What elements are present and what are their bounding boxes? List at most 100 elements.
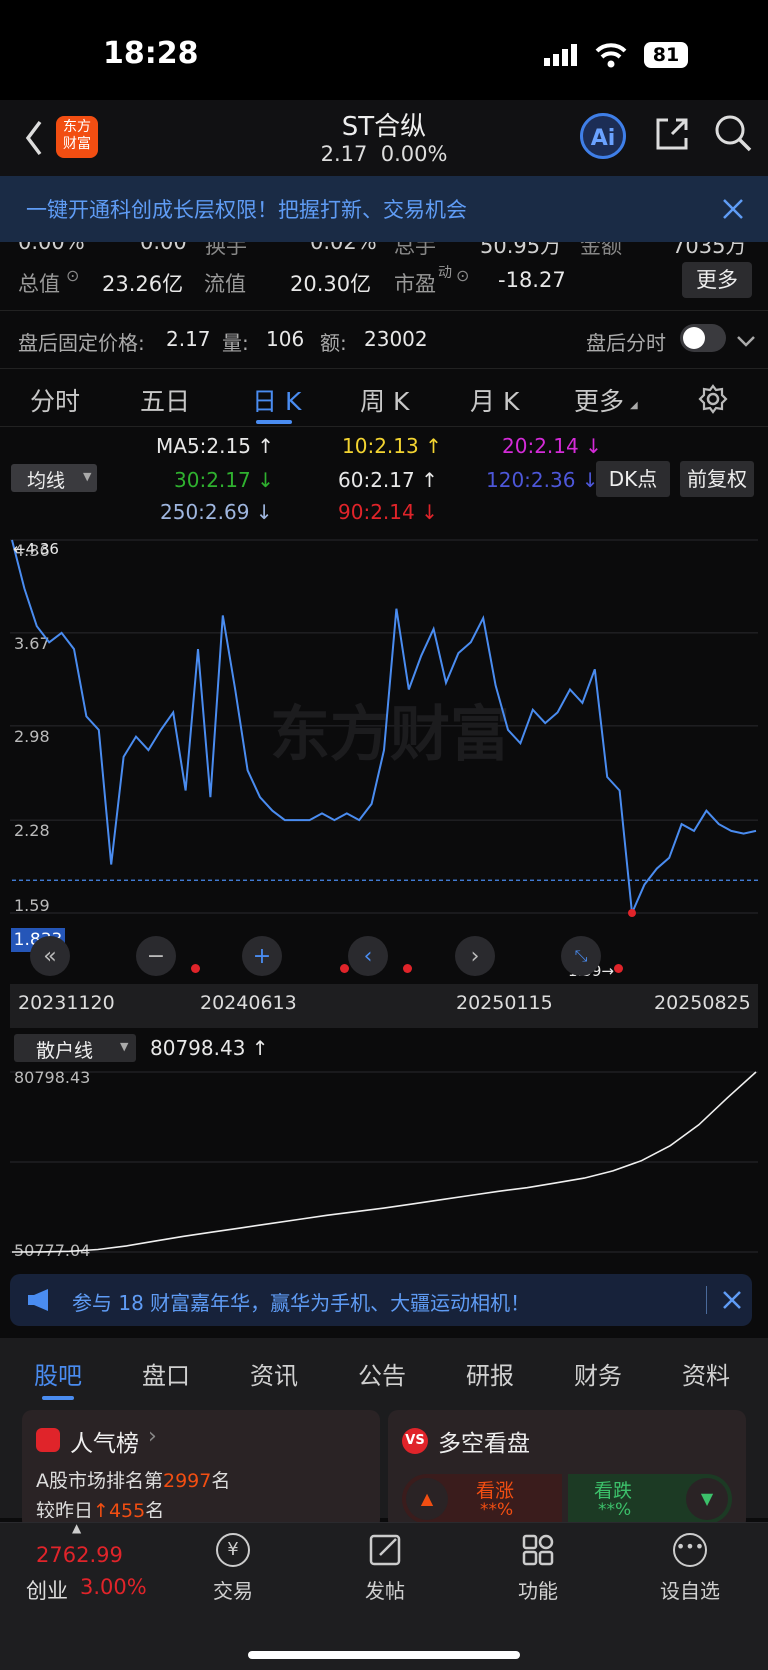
forward-adjust-label: 前复权 — [687, 467, 747, 491]
volume-label: 量: — [222, 331, 249, 355]
info-icon[interactable]: ⊙ — [66, 266, 79, 285]
popularity-title: 人气榜 — [70, 1431, 139, 1457]
prev-suffix: 名 — [145, 1500, 165, 1518]
nav-trade-label: 交易 — [213, 1579, 253, 1603]
tab-research[interactable]: 研报 — [466, 1356, 514, 1391]
ma-value: 20:2.14 ↓ — [502, 434, 602, 458]
event-dot[interactable] — [340, 964, 349, 973]
share-icon[interactable] — [652, 114, 692, 158]
bottom-nav: ▲ 2762.99 创业 3.00% ¥ 交易 发帖 功能 ••• 设自选 — [0, 1521, 768, 1670]
stock-change: 0.00% — [380, 142, 448, 166]
nav-add-watchlist[interactable]: ••• 设自选 — [640, 1533, 740, 1604]
retail-y-tick: 80798.43 — [14, 1068, 90, 1087]
amount: 23002 — [364, 327, 428, 351]
index-ticker[interactable]: ▲ 2762.99 创业 3.00% — [10, 1521, 160, 1613]
date-tick: 20250825 — [654, 992, 751, 1014]
app-header: 东方 财富 ST合纵 2.17 0.00% Ai — [0, 100, 768, 176]
tab-finance[interactable]: 财务 — [574, 1356, 622, 1391]
quote-partial-row: 0.00% 0.00 换手 0.02% 总手 50.95万 金额 7035万 — [0, 242, 768, 256]
retail-selector[interactable]: 散户线 ▼ — [14, 1034, 136, 1062]
ma-value: 10:2.13 ↑ — [342, 434, 442, 458]
corner-arrow-icon: ◢ — [630, 400, 638, 411]
brand-watermark: 东方财富 — [270, 700, 510, 770]
ma-selector-label: 均线 — [27, 470, 66, 492]
chevron-right-icon[interactable]: › — [455, 936, 495, 976]
up-arrow-icon: ↑ — [93, 1500, 109, 1518]
yen-icon: ¥ — [216, 1533, 250, 1567]
bull-bear-card[interactable]: VS 多空看盘 ▲ 看涨 **% 看跌 **% ▼ — [388, 1410, 746, 1530]
more-button[interactable]: 更多 — [682, 262, 752, 298]
edit-icon — [368, 1533, 402, 1567]
status-bar: 18:28 81 — [0, 0, 768, 100]
event-dot[interactable] — [614, 964, 623, 973]
grid-icon — [521, 1533, 555, 1567]
bull-button[interactable]: ▲ 看涨 **% — [402, 1474, 562, 1524]
battery-icon: 81 — [644, 42, 688, 68]
promo-banner[interactable]: 一键开通科创成长层权限！把握打新、交易机会 — [0, 176, 768, 242]
tab-more[interactable]: 更多 — [574, 382, 624, 418]
dropdown-icon: ▼ — [120, 1040, 129, 1053]
rank-prefix: A股市场排名第 — [36, 1470, 163, 1492]
ma-value: 90:2.14 ↓ — [338, 500, 438, 524]
dk-point-button[interactable]: DK点 — [596, 461, 670, 497]
ma-value: MA5:2.15 ↑ — [156, 434, 275, 458]
chevron-down-icon[interactable] — [736, 330, 756, 354]
banner-text: 一键开通科创成长层权限！把握打新、交易机会 — [26, 198, 467, 222]
promo-bar[interactable]: 参与 18 财富嘉年华，赢华为手机、大疆运动相机！ — [10, 1274, 752, 1326]
chevron-left-icon[interactable]: ‹ — [348, 936, 388, 976]
retail-line-header: 散户线 ▼ 80798.43 ↑ — [0, 1030, 768, 1066]
expand-icon[interactable]: ⤡ — [561, 936, 601, 976]
date-tick: 20240613 — [200, 992, 297, 1014]
retail-selector-label: 散户线 — [36, 1040, 94, 1062]
tab-announcement[interactable]: 公告 — [358, 1356, 406, 1391]
index-name: 创业 — [26, 1579, 68, 1603]
pe-label: 市盈 — [394, 272, 436, 296]
after-hours-toggle[interactable] — [680, 324, 726, 352]
tab-profile[interactable]: 资料 — [682, 1356, 730, 1391]
tab-pankou[interactable]: 盘口 — [142, 1356, 190, 1391]
ai-icon[interactable]: Ai — [580, 113, 626, 159]
bull-pct: **% — [480, 1500, 514, 1520]
gear-icon[interactable] — [698, 384, 728, 418]
tab-active-indicator — [256, 420, 292, 424]
pe-value: -18.27 — [498, 268, 566, 292]
rewind-icon[interactable]: « — [30, 936, 70, 976]
stock-price: 2.17 — [320, 142, 368, 166]
close-icon[interactable] — [722, 1290, 742, 1314]
tab-news[interactable]: 资讯 — [250, 1356, 298, 1391]
pe-sup: 动 — [438, 265, 452, 281]
price-chart[interactable]: 东方财富 4.363.672.982.281.59 — [0, 530, 768, 982]
tab-monthly-k[interactable]: 月 K — [470, 382, 519, 418]
nav-function[interactable]: 功能 — [488, 1533, 588, 1604]
forward-adjust-button[interactable]: 前复权 — [680, 461, 754, 497]
signal-icon — [542, 44, 580, 72]
tab-weekly-k[interactable]: 周 K — [360, 382, 409, 418]
bear-button[interactable]: 看跌 **% ▼ — [568, 1474, 732, 1524]
up-arrow-icon: ▲ — [406, 1478, 448, 1520]
prev-change: 455 — [108, 1500, 146, 1518]
event-dot[interactable] — [191, 964, 200, 973]
ma-value: 250:2.69 ↓ — [160, 500, 273, 524]
bottom-tabs: 股吧 盘口 资讯 公告 研报 财务 资料 — [0, 1352, 768, 1402]
quote-partial-4: 0.02% — [310, 242, 377, 254]
zoom-out-icon[interactable]: − — [136, 936, 176, 976]
search-icon[interactable] — [712, 112, 754, 158]
tab-five-day[interactable]: 五日 — [140, 382, 190, 418]
nav-post[interactable]: 发帖 — [335, 1533, 435, 1604]
nav-trade[interactable]: ¥ 交易 — [183, 1533, 283, 1604]
event-dot[interactable] — [403, 964, 412, 973]
close-icon[interactable] — [722, 198, 744, 224]
pe-info-icon[interactable]: ⊙ — [456, 266, 469, 285]
megaphone-icon — [26, 1287, 54, 1317]
retail-chart[interactable]: 80798.43 50777.04 — [0, 1066, 768, 1262]
tab-guba[interactable]: 股吧 — [34, 1356, 82, 1391]
tab-intraday[interactable]: 分时 — [30, 382, 80, 418]
index-change: 3.00% — [80, 1575, 147, 1599]
quote-partial-2: 0.00 — [140, 242, 187, 254]
bull-bear-title: 多空看盘 — [438, 1431, 530, 1457]
y-tick-label: 2.98 — [14, 727, 50, 746]
popularity-card[interactable]: 人气榜 › A股市场排名第2997名 较昨日↑455名 — [22, 1410, 380, 1530]
tab-daily-k[interactable]: 日 K — [252, 382, 301, 418]
ma-selector[interactable]: 均线 ▼ — [11, 464, 97, 492]
zoom-in-icon[interactable]: + — [242, 936, 282, 976]
